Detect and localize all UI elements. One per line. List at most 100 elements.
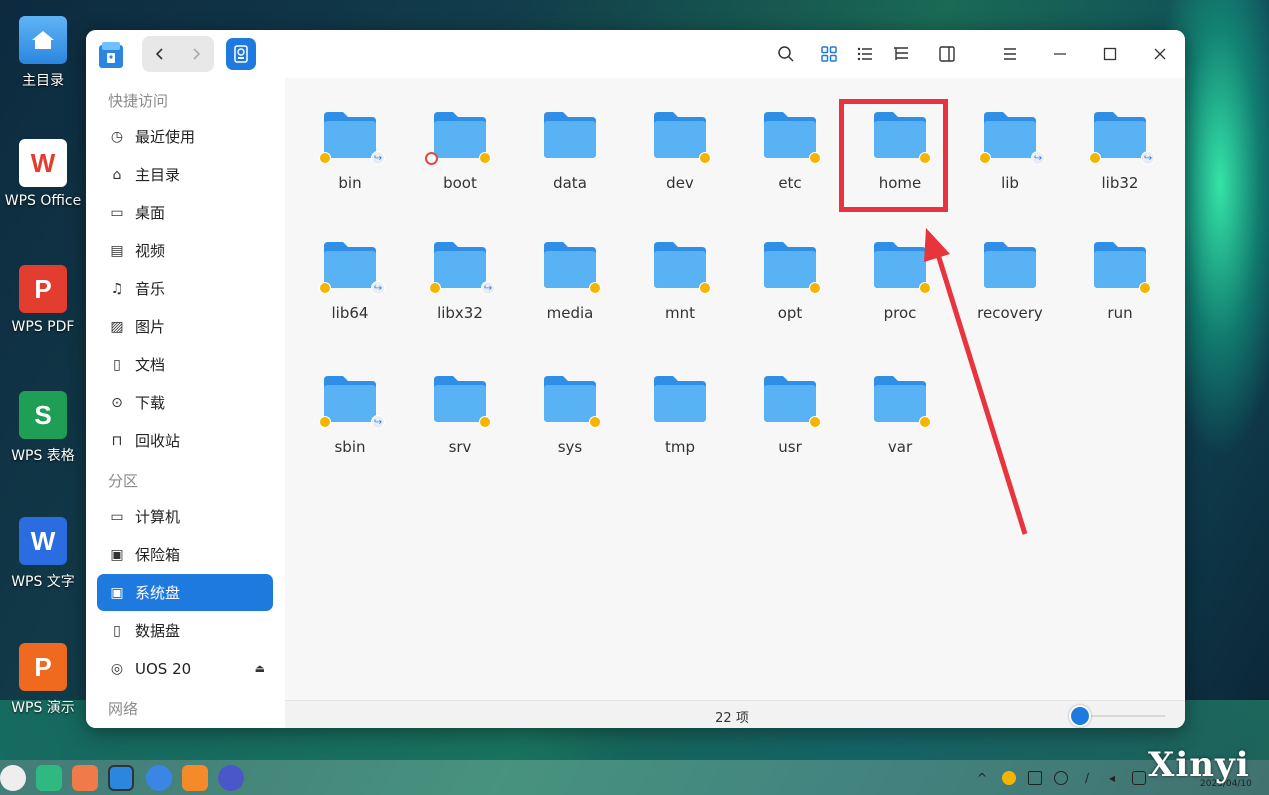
folder-item[interactable]: var [845, 374, 955, 456]
sidebar-item-label: 回收站 [135, 432, 181, 450]
folder-item[interactable]: ↪ libx32 [405, 240, 515, 322]
folder-item[interactable]: ↪ lib [955, 110, 1065, 192]
folder-icon [541, 110, 599, 160]
sidebar-item[interactable]: ▯ 文档 [97, 346, 273, 383]
folder-item[interactable]: ↪ lib32 [1065, 110, 1175, 192]
folder-name: sys [557, 438, 583, 456]
folder-item[interactable]: mnt [625, 240, 735, 322]
sidebar-item[interactable]: ▭ 桌面 [97, 194, 273, 231]
folder-name: mnt [665, 304, 695, 322]
home-icon: ⌂ [112, 166, 122, 183]
wps-presentation-icon: P [19, 643, 67, 691]
folder-item[interactable]: sys [515, 374, 625, 456]
minimize-icon [1054, 53, 1066, 55]
sidebar-item-label: 保险箱 [135, 546, 181, 564]
desktop-icon-wps-presentation[interactable]: P WPS 演示 [0, 643, 86, 717]
no-access-icon [425, 152, 438, 165]
sidebar-item[interactable]: ♫ 音乐 [97, 270, 273, 307]
folder-item[interactable]: data [515, 110, 625, 192]
folder-item[interactable]: tmp [625, 374, 735, 456]
app-store-icon[interactable] [72, 765, 98, 791]
folder-item[interactable]: boot [405, 110, 515, 192]
sidebar-item[interactable]: ◎ UOS 20 ⏏ [97, 650, 273, 687]
sidebar-item[interactable]: ◷ 最近使用 [97, 118, 273, 155]
sidebar-item-label: 视频 [135, 242, 166, 260]
network-icon[interactable] [1132, 771, 1146, 785]
folder-icon [651, 110, 711, 164]
keyboard-icon[interactable] [1028, 771, 1042, 785]
icon-size-slider-handle[interactable] [1068, 705, 1091, 727]
sidebar-item[interactable]: ⊙ 下载 [97, 384, 273, 421]
lock-icon [699, 282, 711, 294]
sidebar-item[interactable]: ▭ 计算机 [97, 498, 273, 535]
folder-item[interactable]: dev [625, 110, 735, 192]
folder-name: media [546, 304, 594, 322]
taskbar: ^ / ◂ [0, 760, 1269, 795]
watermark: Xinyi [1148, 745, 1250, 785]
folder-item[interactable]: ↪ bin [295, 110, 405, 192]
input-method-icon[interactable] [1002, 771, 1016, 785]
search-button[interactable] [774, 42, 798, 66]
volume-icon[interactable]: ◂ [1105, 771, 1119, 785]
desktop-icon-label: 主目录 [22, 73, 64, 89]
desktop-icon-wps-pdf[interactable]: P WPS PDF [0, 265, 86, 335]
status-bar: 22 项 [285, 700, 1185, 728]
eject-icon[interactable]: ⏏ [255, 662, 265, 675]
desktop-icon-home[interactable]: 主目录 [0, 16, 86, 90]
close-button[interactable] [1148, 42, 1172, 66]
chevron-up-icon[interactable]: ^ [975, 771, 989, 785]
folder-icon [981, 240, 1039, 290]
sidebar-item[interactable]: ▣ 系统盘 [97, 574, 273, 611]
tree-view-button[interactable] [889, 42, 913, 66]
maximize-button[interactable] [1098, 42, 1122, 66]
system-disk-icon: ▣ [110, 584, 124, 601]
notification-icon[interactable] [1054, 771, 1068, 785]
folder-item[interactable]: recovery [955, 240, 1065, 322]
sidebar-item[interactable]: ▤ 视频 [97, 232, 273, 269]
file-grid: ↪ bin boot data dev etc home ↪ lib ↪ lib32 ↪ lib64 ↪ l… [285, 78, 1185, 700]
list-view-button[interactable] [853, 42, 877, 66]
settings-icon[interactable] [218, 765, 244, 791]
menu-button[interactable] [998, 42, 1022, 66]
pen-icon[interactable]: / [1080, 771, 1094, 785]
back-button[interactable] [142, 36, 178, 72]
desktop-icon-wps-office[interactable]: W WPS Office [0, 139, 86, 209]
folder-item[interactable]: srv [405, 374, 515, 456]
download-icon: ⊙ [111, 394, 123, 411]
folder-name: proc [883, 304, 917, 322]
browser-icon[interactable] [146, 765, 172, 791]
detail-panel-button[interactable] [935, 42, 959, 66]
desktop-icon-wps-writer[interactable]: W WPS 文字 [0, 517, 86, 591]
symlink-icon: ↪ [371, 151, 385, 165]
lock-icon [919, 416, 931, 428]
sidebar-item[interactable]: ⌂ 主目录 [97, 156, 273, 193]
icon-view-button[interactable] [817, 42, 841, 66]
store-icon[interactable] [182, 765, 208, 791]
folder-item[interactable]: usr [735, 374, 845, 456]
sidebar-item[interactable]: ▨ 图片 [97, 308, 273, 345]
folder-name: opt [777, 304, 803, 322]
folder-item[interactable]: media [515, 240, 625, 322]
folder-name: data [553, 174, 587, 192]
folder-item[interactable]: ↪ sbin [295, 374, 405, 456]
folder-item[interactable]: etc [735, 110, 845, 192]
folder-item[interactable]: opt [735, 240, 845, 322]
folder-name: dev [666, 174, 694, 192]
file-manager-taskbar-icon[interactable] [108, 765, 134, 791]
folder-item[interactable]: ↪ lib64 [295, 240, 405, 322]
chevron-right-icon [193, 48, 201, 60]
sidebar-item[interactable]: ▯ 数据盘 [97, 612, 273, 649]
folder-item[interactable]: proc [845, 240, 955, 322]
sidebar-item[interactable]: ⊓ 回收站 [97, 422, 273, 459]
folder-item[interactable]: run [1065, 240, 1175, 322]
forward-button[interactable] [178, 36, 214, 72]
launcher-icon[interactable] [0, 765, 26, 791]
folder-name: lib32 [1101, 174, 1139, 192]
sidebar-item-label: UOS 20 [135, 659, 192, 678]
list-view-icon [857, 47, 872, 61]
desktop-icon-wps-sheets[interactable]: S WPS 表格 [0, 391, 86, 465]
sidebar-item[interactable]: ▣ 保险箱 [97, 536, 273, 573]
minimize-button[interactable] [1048, 42, 1072, 66]
breadcrumb-system-disk[interactable] [226, 38, 256, 70]
multitask-view-icon[interactable] [36, 765, 62, 791]
